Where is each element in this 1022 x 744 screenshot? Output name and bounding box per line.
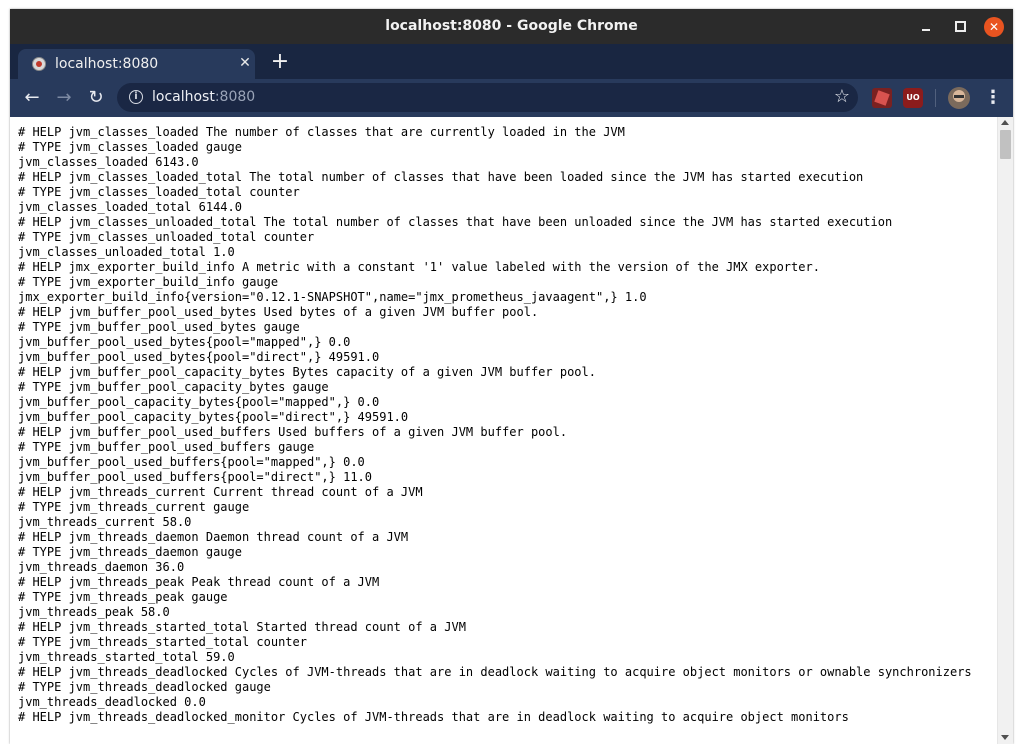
metrics-line: # TYPE jvm_classes_unloaded_total counte… xyxy=(18,230,315,244)
url-text[interactable]: localhost:8080 xyxy=(152,83,255,112)
metrics-line: # TYPE jvm_threads_current gauge xyxy=(18,500,250,514)
metrics-line: # HELP jvm_threads_deadlocked_monitor Cy… xyxy=(18,710,849,724)
metrics-text: # HELP jvm_classes_loaded The number of … xyxy=(10,117,997,725)
url-host: localhost xyxy=(152,89,215,105)
new-tab-button[interactable]: + xyxy=(268,51,292,75)
metrics-line: jvm_threads_daemon 36.0 xyxy=(18,560,185,574)
profile-avatar-icon[interactable] xyxy=(948,87,970,109)
minimize-button[interactable] xyxy=(916,17,936,37)
metrics-line: jvm_classes_loaded 6143.0 xyxy=(18,155,199,169)
maximize-button[interactable] xyxy=(950,17,970,37)
metrics-line: # HELP jvm_threads_current Current threa… xyxy=(18,485,423,499)
jenkins-favicon-icon xyxy=(32,57,46,71)
metrics-line: # HELP jmx_exporter_build_info A metric … xyxy=(18,260,820,274)
metrics-line: # HELP jvm_threads_daemon Daemon thread … xyxy=(18,530,409,544)
red-extension-icon[interactable] xyxy=(872,88,892,108)
metrics-line: # TYPE jvm_threads_started_total counter xyxy=(18,635,307,649)
scroll-up-arrow-icon[interactable] xyxy=(1001,120,1009,125)
reload-button[interactable]: ↻ xyxy=(84,86,108,110)
metrics-line: # HELP jvm_buffer_pool_capacity_bytes By… xyxy=(18,365,596,379)
bookmark-star-icon[interactable]: ☆ xyxy=(831,86,853,108)
metrics-line: # HELP jvm_buffer_pool_used_bytes Used b… xyxy=(18,305,539,319)
metrics-line: # TYPE jvm_buffer_pool_capacity_bytes ga… xyxy=(18,380,329,394)
back-button[interactable]: ← xyxy=(20,86,44,110)
maximize-icon xyxy=(954,21,966,32)
metrics-line: # TYPE jvm_buffer_pool_used_buffers gaug… xyxy=(18,440,315,454)
toolbar-divider xyxy=(935,89,936,107)
metrics-line: # TYPE jvm_threads_peak gauge xyxy=(18,590,228,604)
metrics-line: # HELP jvm_threads_deadlocked Cycles of … xyxy=(18,665,972,679)
metrics-line: # HELP jvm_threads_started_total Started… xyxy=(18,620,466,634)
metrics-line: # HELP jvm_threads_peak Peak thread coun… xyxy=(18,575,380,589)
metrics-line: jvm_classes_unloaded_total 1.0 xyxy=(18,245,235,259)
tab-title: localhost:8080 xyxy=(55,56,159,72)
address-bar[interactable]: i localhost:8080 ☆ xyxy=(117,83,858,112)
metrics-line: # TYPE jvm_classes_loaded gauge xyxy=(18,140,242,154)
ublock-icon[interactable]: UO xyxy=(903,88,923,108)
minimize-icon xyxy=(922,28,930,31)
window-title: localhost:8080 - Google Chrome xyxy=(385,18,638,34)
url-port: :8080 xyxy=(214,89,256,105)
title-bar: localhost:8080 - Google Chrome ✕ xyxy=(10,9,1013,44)
metrics-line: # HELP jvm_classes_loaded The number of … xyxy=(18,125,625,139)
metrics-line: # HELP jvm_classes_loaded_total The tota… xyxy=(18,170,864,184)
forward-button[interactable]: → xyxy=(52,86,76,110)
metrics-line: # TYPE jvm_threads_deadlocked gauge xyxy=(18,680,271,694)
metrics-line: jvm_threads_deadlocked 0.0 xyxy=(18,695,206,709)
metrics-line: # TYPE jvm_buffer_pool_used_bytes gauge xyxy=(18,320,300,334)
page-content: # HELP jvm_classes_loaded The number of … xyxy=(10,117,997,744)
metrics-line: jvm_buffer_pool_capacity_bytes{pool="map… xyxy=(18,395,380,409)
vertical-scrollbar[interactable] xyxy=(997,117,1013,744)
metrics-line: # HELP jvm_buffer_pool_used_buffers Used… xyxy=(18,425,568,439)
metrics-line: jvm_threads_peak 58.0 xyxy=(18,605,170,619)
browser-window: localhost:8080 - Google Chrome ✕ localho… xyxy=(10,9,1013,744)
metrics-line: # HELP jvm_classes_unloaded_total The to… xyxy=(18,215,893,229)
browser-toolbar: ← → ↻ i localhost:8080 ☆ UO ⋮ xyxy=(10,79,1013,117)
metrics-line: jvm_buffer_pool_used_buffers{pool="mappe… xyxy=(18,455,365,469)
metrics-line: jvm_buffer_pool_used_buffers{pool="direc… xyxy=(18,470,373,484)
site-info-icon[interactable]: i xyxy=(129,90,143,104)
metrics-line: jvm_buffer_pool_capacity_bytes{pool="dir… xyxy=(18,410,409,424)
metrics-line: jmx_exporter_build_info{version="0.12.1-… xyxy=(18,290,647,304)
metrics-line: # TYPE jvm_exporter_build_info gauge xyxy=(18,275,279,289)
close-icon: ✕ xyxy=(988,20,1000,34)
metrics-line: jvm_buffer_pool_used_bytes{pool="direct"… xyxy=(18,350,380,364)
tab-close-icon[interactable]: ✕ xyxy=(237,55,253,71)
close-window-button[interactable]: ✕ xyxy=(984,17,1004,37)
metrics-line: # TYPE jvm_classes_loaded_total counter xyxy=(18,185,300,199)
metrics-line: jvm_classes_loaded_total 6144.0 xyxy=(18,200,242,214)
metrics-line: jvm_buffer_pool_used_bytes{pool="mapped"… xyxy=(18,335,351,349)
scrollbar-thumb[interactable] xyxy=(1000,130,1011,159)
chrome-menu-icon[interactable]: ⋮ xyxy=(984,86,1002,110)
tab-localhost[interactable]: localhost:8080 ✕ xyxy=(18,49,255,79)
metrics-line: jvm_threads_current 58.0 xyxy=(18,515,192,529)
tab-strip: localhost:8080 ✕ + xyxy=(10,44,1013,79)
scroll-down-arrow-icon[interactable] xyxy=(1001,735,1009,740)
metrics-line: jvm_threads_started_total 59.0 xyxy=(18,650,235,664)
metrics-line: # TYPE jvm_threads_daemon gauge xyxy=(18,545,242,559)
